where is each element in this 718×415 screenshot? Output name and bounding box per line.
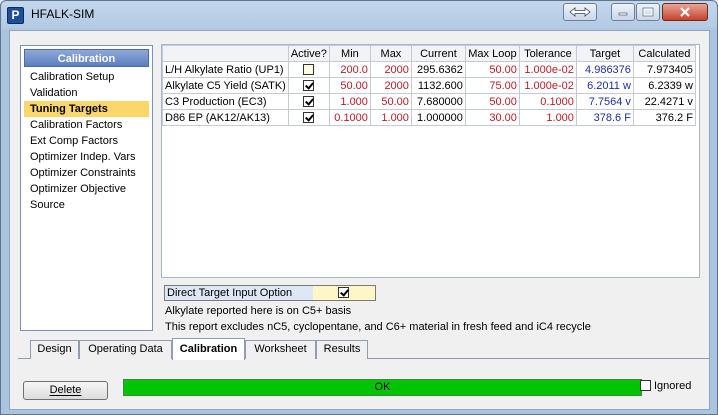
direct-target-cell[interactable] [313,286,375,300]
app-icon: P [7,7,24,24]
current-cell: 1.000000 [410,109,466,126]
row-name: Alkylate C5 Yield (SATK) [162,77,289,94]
nav-header: Calibration [24,49,149,67]
header-current[interactable]: Current [410,45,466,62]
resize-arrows-icon [569,7,591,17]
tab-results[interactable]: Results [316,340,368,359]
client-area: Calibration Calibration Setup Validation… [9,30,710,410]
close-button[interactable] [662,3,708,21]
nav-item-calibration-factors[interactable]: Calibration Factors [24,117,149,133]
status-bar: OK [123,379,642,396]
row-name: L/H Alkylate Ratio (UP1) [162,61,289,78]
minimize-icon [618,12,628,16]
row-name: C3 Production (EC3) [162,93,289,110]
nav-item-calibration-setup[interactable]: Calibration Setup [24,69,149,85]
ignored-label: Ignored [654,380,692,392]
table-row: L/H Alkylate Ratio (UP1) 200.0 2000 295.… [162,61,696,78]
active-checkbox[interactable] [303,80,315,92]
max-loop-cell[interactable]: 75.00 [464,77,520,94]
calibration-nav: Calibration Calibration Setup Validation… [20,45,153,331]
calculated-cell: 376.2 F [632,109,696,126]
max-cell[interactable]: 2000 [369,77,412,94]
active-cell[interactable] [287,109,330,126]
nav-item-optimizer-constraints[interactable]: Optimizer Constraints [24,165,149,181]
current-cell: 1132.600 [410,77,466,94]
active-checkbox[interactable] [303,112,315,124]
active-checkbox[interactable] [303,64,315,76]
header-calculated[interactable]: Calculated [632,45,696,62]
delete-label: Delete [49,384,82,396]
nav-item-validation[interactable]: Validation [24,85,149,101]
direct-target-checkbox[interactable] [338,287,349,298]
min-cell[interactable]: 0.1000 [328,109,371,126]
current-cell: 295.6362 [410,61,466,78]
target-cell[interactable]: 4.986376 [575,61,634,78]
target-cell[interactable]: 378.6 F [575,109,634,126]
min-cell[interactable]: 1.000 [328,93,371,110]
max-cell[interactable]: 1.000 [369,109,412,126]
max-cell[interactable]: 50.00 [369,93,412,110]
max-loop-cell[interactable]: 30.00 [464,109,520,126]
direct-target-label: Direct Target Input Option [165,286,313,300]
max-loop-cell[interactable]: 50.00 [464,61,520,78]
active-cell[interactable] [287,93,330,110]
maximize-icon [642,7,654,17]
active-cell[interactable] [287,61,330,78]
tab-design[interactable]: Design [30,340,79,359]
max-loop-cell[interactable]: 50.00 [464,93,520,110]
nav-item-source[interactable]: Source [24,197,149,213]
header-target[interactable]: Target [575,45,634,62]
max-cell[interactable]: 2000 [369,61,412,78]
target-cell[interactable]: 7.7564 v [575,93,634,110]
title-bar[interactable]: P HFALK-SIM [1,1,717,29]
header-max[interactable]: Max [369,45,412,62]
tuning-targets-grid: Active? Min Max Current Max Loop Toleran… [161,44,700,278]
min-cell[interactable]: 50.00 [328,77,371,94]
nav-item-optimizer-objective[interactable]: Optimizer Objective [24,181,149,197]
min-cell[interactable]: 200.0 [328,61,371,78]
direct-target-input-option: Direct Target Input Option [164,285,376,301]
delete-button[interactable]: Delete [23,381,108,400]
close-icon [680,7,690,17]
tolerance-cell[interactable]: 0.1000 [518,93,577,110]
resize-arrows-button[interactable] [563,3,597,21]
tolerance-cell[interactable]: 1.000e-02 [518,61,577,78]
active-checkbox[interactable] [303,96,315,108]
header-name [162,45,289,62]
tab-calibration[interactable]: Calibration [172,338,245,360]
calculated-cell: 6.2339 w [632,77,696,94]
current-cell: 7.680000 [410,93,466,110]
tab-worksheet[interactable]: Worksheet [245,340,316,359]
header-active[interactable]: Active? [287,45,330,62]
window-title: HFALK-SIM [31,7,95,21]
ignored-checkbox-group[interactable]: Ignored [640,380,691,392]
ignored-checkbox[interactable] [640,380,651,391]
header-min[interactable]: Min [328,45,371,62]
tab-operating-data[interactable]: Operating Data [79,340,172,359]
table-row: C3 Production (EC3) 1.000 50.00 7.680000… [162,93,696,110]
grid-header-row: Active? Min Max Current Max Loop Toleran… [162,45,696,62]
minimize-button[interactable] [611,3,635,21]
row-name: D86 EP (AK12/AK13) [162,109,289,126]
tolerance-cell[interactable]: 1.000e-02 [518,77,577,94]
maximize-button[interactable] [636,3,660,21]
nav-item-ext-comp-factors[interactable]: Ext Comp Factors [24,133,149,149]
calculated-cell: 7.973405 [632,61,696,78]
nav-item-optimizer-indep-vars[interactable]: Optimizer Indep. Vars [24,149,149,165]
target-cell[interactable]: 6.2011 w [575,77,634,94]
note-exclusions: This report excludes nC5, cyclopentane, … [165,321,591,333]
table-row: Alkylate C5 Yield (SATK) 50.00 2000 1132… [162,77,696,94]
table-row: D86 EP (AK12/AK13) 0.1000 1.000 1.000000… [162,109,696,126]
header-max-loop[interactable]: Max Loop [464,45,520,62]
calculated-cell: 22.4271 v [632,93,696,110]
header-tolerance[interactable]: Tolerance [518,45,577,62]
window-frame: P HFALK-SIM Calibration Calibration Setu… [0,0,718,415]
active-cell[interactable] [287,77,330,94]
nav-item-tuning-targets[interactable]: Tuning Targets [24,101,149,117]
note-basis: Alkylate reported here is on C5+ basis [165,305,352,317]
tolerance-cell[interactable]: 1.000 [518,109,577,126]
